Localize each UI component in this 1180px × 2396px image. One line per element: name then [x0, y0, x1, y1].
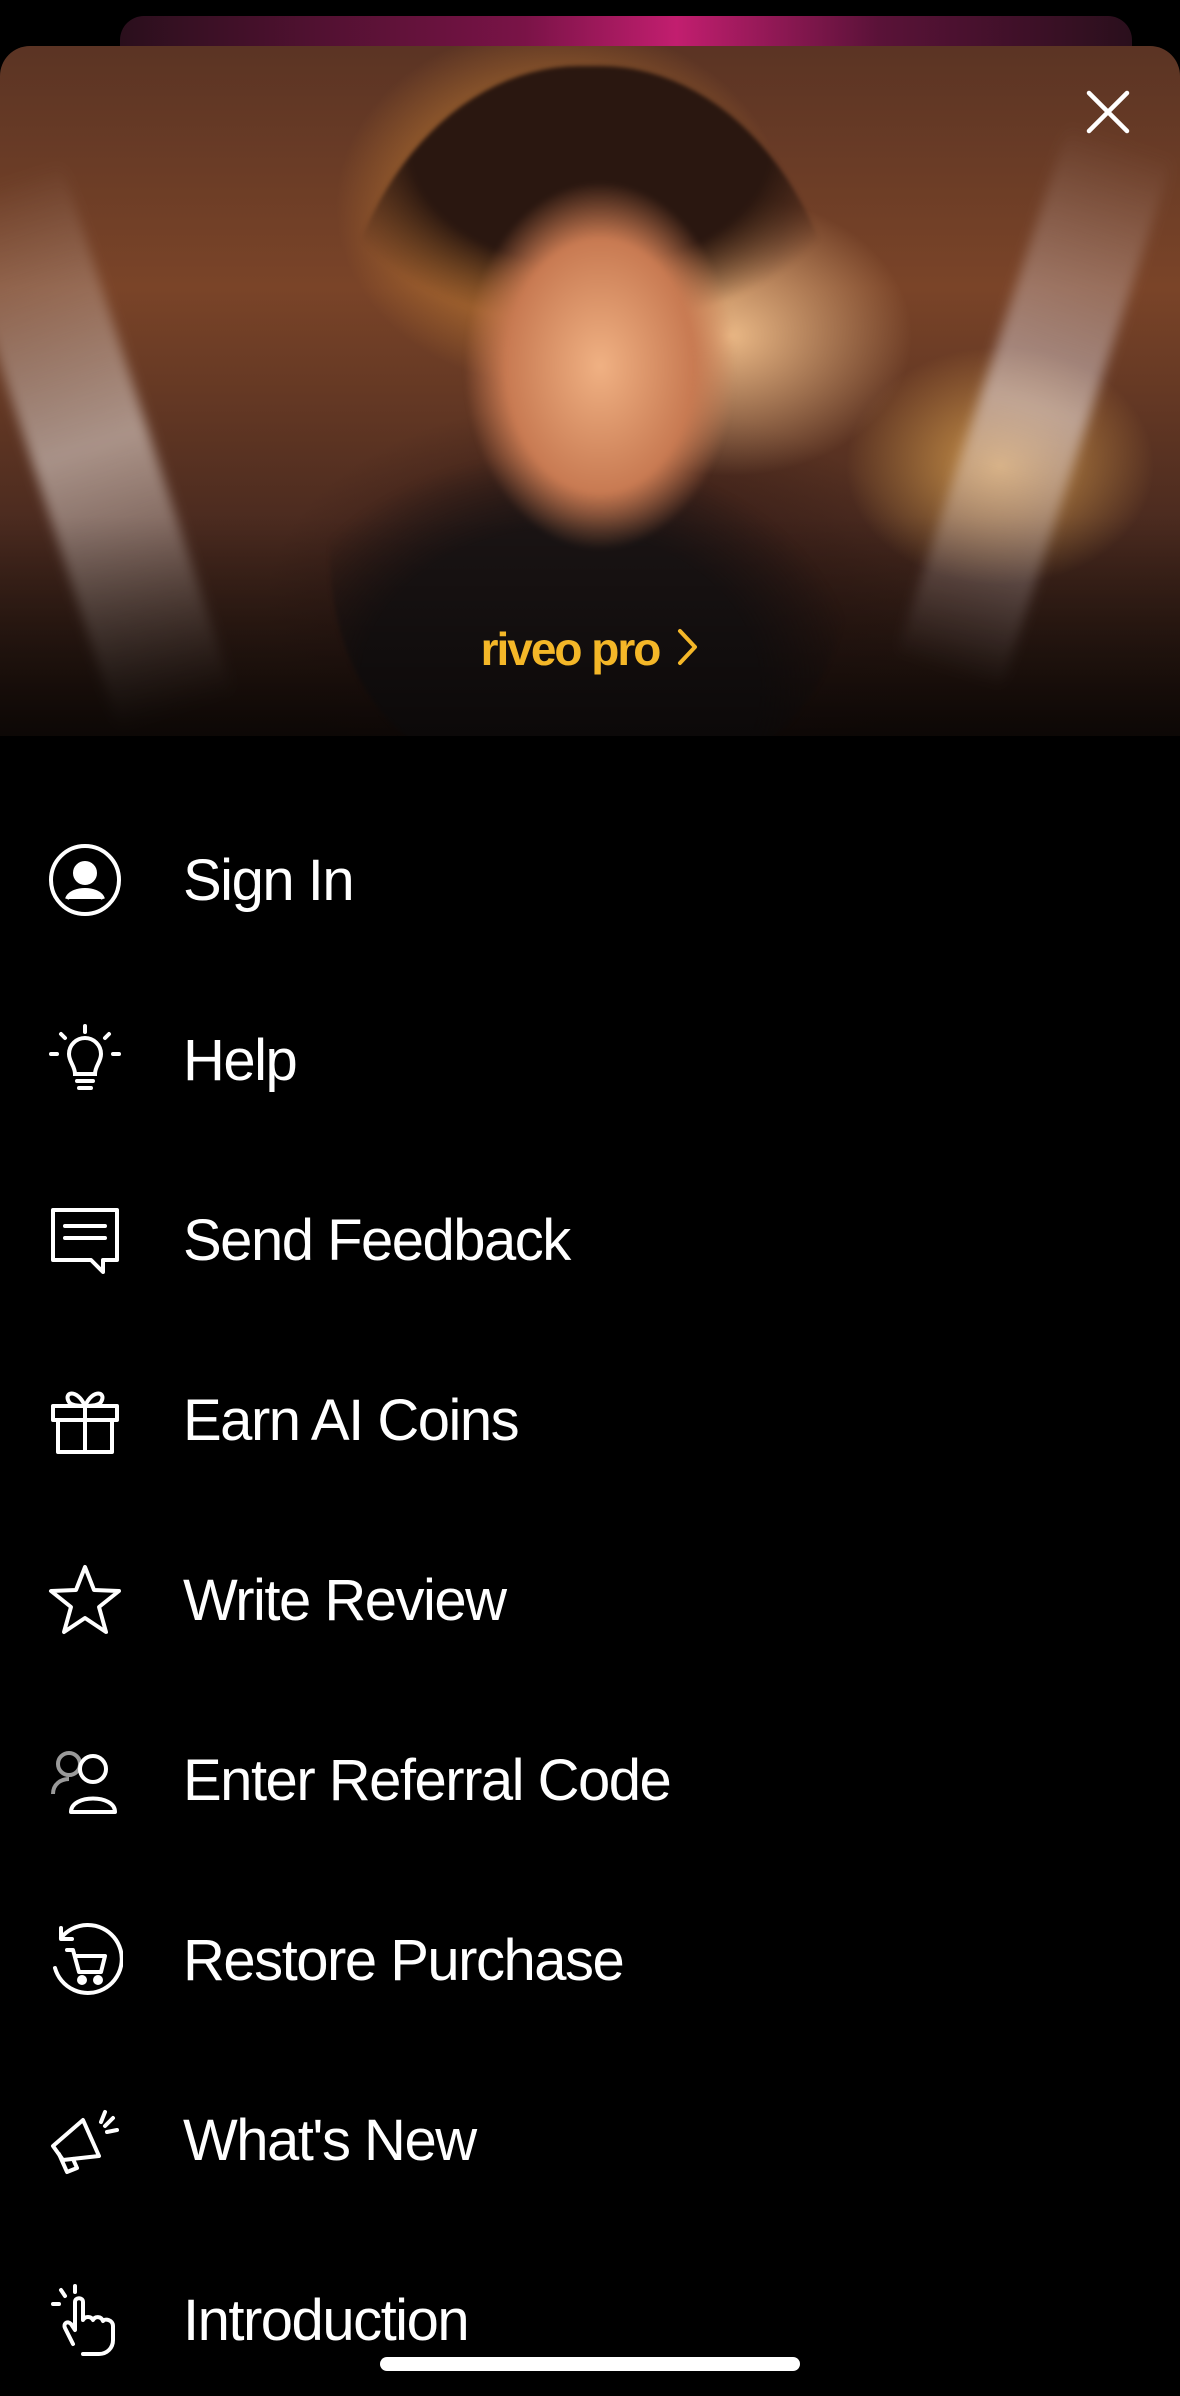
chevron-right-icon [677, 628, 699, 671]
menu-item-label: Sign In [183, 847, 355, 913]
menu-list: Sign In Help Send Feedback Earn AI Coins… [0, 790, 1180, 2396]
users-icon [45, 1740, 125, 1820]
menu-item-introduction[interactable]: Introduction [0, 2230, 1180, 2396]
menu-item-label: Introduction [183, 2287, 470, 2353]
menu-item-help[interactable]: Help [0, 970, 1180, 1150]
menu-item-write-review[interactable]: Write Review [0, 1510, 1180, 1690]
star-icon [45, 1560, 125, 1640]
menu-item-label: Help [183, 1027, 298, 1093]
menu-item-label: Enter Referral Code [183, 1747, 672, 1813]
home-indicator[interactable] [380, 2357, 800, 2371]
menu-item-send-feedback[interactable]: Send Feedback [0, 1150, 1180, 1330]
megaphone-icon [45, 2100, 125, 2180]
menu-item-label: Restore Purchase [183, 1927, 625, 1993]
menu-item-label: What's New [183, 2107, 477, 2173]
menu-item-label: Write Review [183, 1567, 507, 1633]
menu-item-earn-ai-coins[interactable]: Earn AI Coins [0, 1330, 1180, 1510]
gift-icon [45, 1380, 125, 1460]
message-icon [45, 1200, 125, 1280]
riveo-pro-link[interactable]: riveo pro [0, 614, 1180, 684]
pointer-hand-icon [45, 2280, 125, 2360]
menu-item-restore-purchase[interactable]: Restore Purchase [0, 1870, 1180, 2050]
menu-item-whats-new[interactable]: What's New [0, 2050, 1180, 2230]
lightbulb-icon [45, 1020, 125, 1100]
menu-item-label: Send Feedback [183, 1207, 571, 1273]
cart-refresh-icon [45, 1920, 125, 2000]
menu-sheet: riveo pro Sign In Help Send Feedback Ear… [0, 46, 1180, 2396]
user-circle-icon [45, 840, 125, 920]
menu-item-sign-in[interactable]: Sign In [0, 790, 1180, 970]
riveo-pro-label: riveo pro [480, 623, 662, 675]
close-icon [1085, 89, 1131, 140]
close-button[interactable] [1080, 86, 1136, 142]
menu-item-label: Earn AI Coins [183, 1387, 520, 1453]
promo-banner[interactable]: riveo pro [0, 46, 1180, 736]
menu-item-enter-referral-code[interactable]: Enter Referral Code [0, 1690, 1180, 1870]
